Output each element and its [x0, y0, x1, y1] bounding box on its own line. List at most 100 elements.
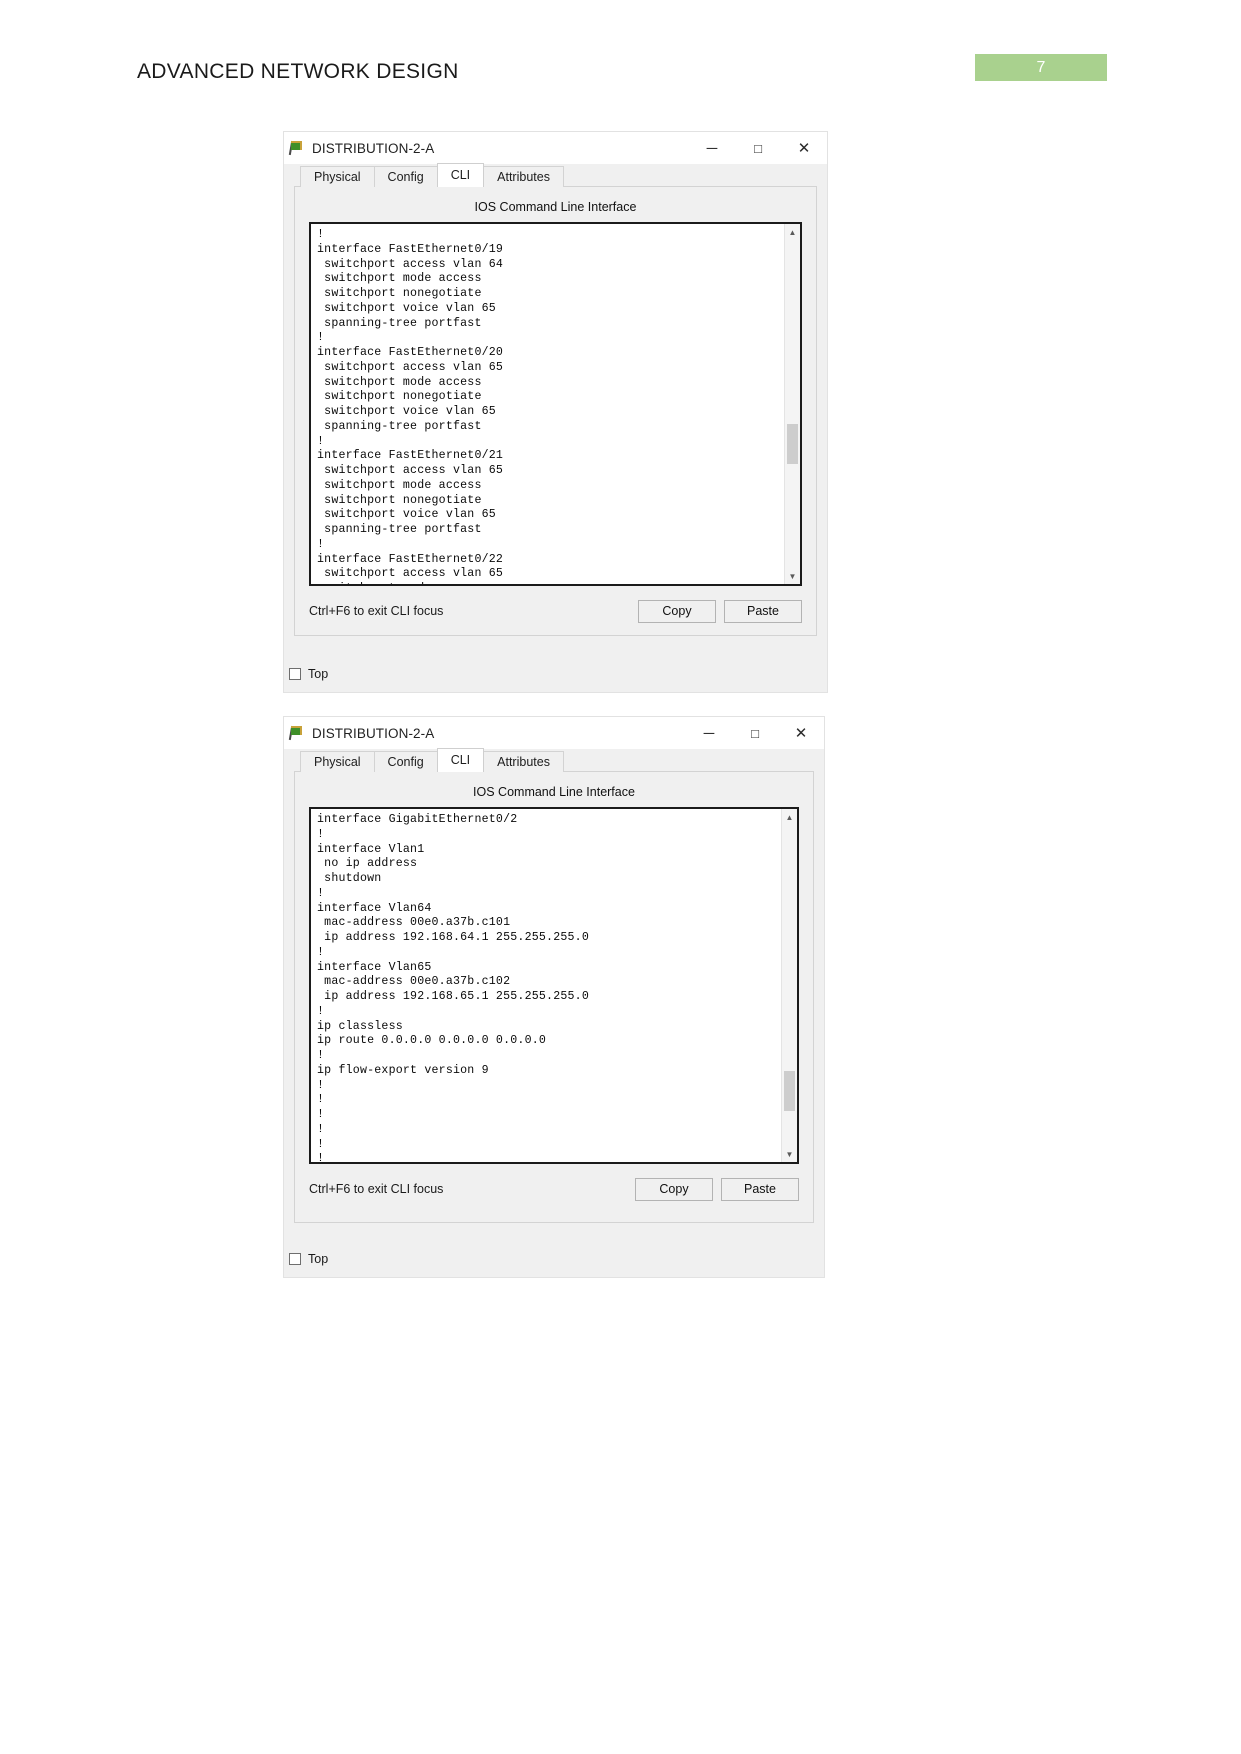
cli-line: switchport nonegotiate — [317, 390, 482, 404]
cli-line: switchport mode access — [317, 582, 784, 584]
page-number-badge: 7 — [975, 54, 1107, 81]
maximize-button[interactable]: □ — [735, 132, 781, 164]
cli-output-text[interactable]: ! interface FastEthernet0/19 switchport a… — [311, 224, 784, 584]
top-checkbox-row[interactable]: Top — [284, 1241, 824, 1277]
cli-line: ! — [317, 1078, 325, 1092]
cli-output-text[interactable]: interface GigabitEthernet0/2! interface V… — [311, 809, 781, 1162]
tab-config[interactable]: Config — [373, 751, 438, 772]
cli-line: ! — [317, 1049, 325, 1062]
cli-line: interface FastEthernet0/21 — [317, 449, 504, 463]
cli-line: interface Vlan1 — [317, 842, 425, 856]
cli-line: interface FastEthernet0/19 — [317, 242, 504, 256]
tab-physical[interactable]: Physical — [300, 751, 375, 772]
cli-line: switchport access vlan 65 — [317, 360, 504, 374]
cli-line: spanning-tree portfast — [317, 419, 482, 433]
cli-scrollbar[interactable]: ▲ ▼ — [784, 224, 800, 584]
scrollbar-thumb[interactable] — [787, 424, 798, 464]
window-titlebar: DISTRIBUTION-2-A ─ □ ✕ — [284, 717, 824, 749]
cli-heading: IOS Command Line Interface — [473, 785, 635, 799]
cli-line: switchport voice vlan 65 — [317, 508, 496, 522]
cli-line: ! — [317, 1108, 325, 1121]
cli-line: switchport mode access — [317, 375, 482, 389]
close-button[interactable]: ✕ — [781, 132, 827, 164]
scroll-down-icon[interactable]: ▼ — [782, 1146, 797, 1162]
minimize-button[interactable]: ─ — [689, 132, 735, 164]
top-checkbox[interactable] — [289, 668, 301, 680]
cli-focus-hint: Ctrl+F6 to exit CLI focus — [309, 1182, 444, 1196]
cli-line: ! — [317, 1004, 325, 1018]
cli-line: switchport nonegotiate — [317, 287, 482, 300]
cli-line: ! — [317, 1122, 325, 1136]
cli-tab-content: IOS Command Line Interface ! interface Fa… — [294, 186, 817, 636]
packet-tracer-flag-icon — [288, 725, 305, 741]
cli-line: ip address 192.168.64.1 255.255.255.0 — [317, 931, 589, 944]
copy-button[interactable]: Copy — [638, 599, 716, 623]
cli-line: switchport access vlan 65 — [317, 567, 504, 581]
close-button[interactable]: ✕ — [778, 717, 824, 749]
cli-line: mac-address 00e0.a37b.c102 — [317, 975, 511, 989]
cli-line: ! — [317, 331, 325, 345]
cli-line: switchport access vlan 65 — [317, 464, 504, 477]
scroll-up-icon[interactable]: ▲ — [782, 809, 797, 825]
minimize-button[interactable]: ─ — [686, 717, 732, 749]
cli-heading: IOS Command Line Interface — [474, 200, 637, 214]
paste-button[interactable]: Paste — [721, 1177, 799, 1201]
cli-line: spanning-tree portfast — [317, 316, 482, 330]
cli-footer: Ctrl+F6 to exit CLI focus Copy Paste — [295, 1164, 813, 1214]
tab-config[interactable]: Config — [373, 166, 438, 187]
tab-physical[interactable]: Physical — [300, 166, 375, 187]
cli-line: ip route 0.0.0.0 0.0.0.0 0.0.0.0 — [317, 1034, 547, 1048]
tab-strip: Physical Config CLI Attributes — [294, 163, 817, 187]
cli-line: switchport mode access — [317, 272, 482, 286]
page-title: ADVANCED NETWORK DESIGN — [137, 60, 459, 83]
tab-attributes[interactable]: Attributes — [483, 166, 564, 187]
cli-line: interface Vlan64 — [317, 901, 432, 915]
cli-line: switchport voice vlan 65 — [317, 301, 496, 315]
paste-button[interactable]: Paste — [724, 599, 802, 623]
cli-line: ! — [317, 537, 325, 551]
copy-button[interactable]: Copy — [635, 1177, 713, 1201]
cli-button-group: Copy Paste — [638, 599, 802, 623]
tab-panel: Physical Config CLI Attributes IOS Comma… — [294, 163, 817, 692]
scrollbar-thumb[interactable] — [784, 1071, 795, 1111]
cli-line: ! — [317, 1152, 325, 1162]
cli-line: shutdown — [317, 872, 382, 885]
top-checkbox[interactable] — [289, 1253, 301, 1265]
cli-line: ! — [317, 886, 325, 900]
cli-line: no ip address — [317, 857, 418, 871]
tab-panel: Physical Config CLI Attributes IOS Comma… — [294, 748, 814, 1277]
cli-line: ip flow-export version 9 — [317, 1063, 489, 1077]
packet-tracer-flag-icon — [288, 140, 305, 156]
cli-line: ! — [317, 827, 325, 841]
window-controls: ─ □ ✕ — [689, 132, 827, 164]
cli-line: switchport nonegotiate — [317, 493, 482, 507]
cli-scrollbar[interactable]: ▲ ▼ — [781, 809, 797, 1162]
cli-line: interface GigabitEthernet0/2 — [317, 813, 518, 826]
cli-line: ! — [317, 945, 325, 959]
tab-attributes[interactable]: Attributes — [483, 751, 564, 772]
cli-line: switchport mode access — [317, 478, 482, 492]
scroll-down-icon[interactable]: ▼ — [785, 568, 800, 584]
cli-button-group: Copy Paste — [635, 1177, 799, 1201]
cli-line: mac-address 00e0.a37b.c101 — [317, 916, 511, 930]
top-checkbox-label: Top — [308, 667, 329, 681]
cli-line: ! — [317, 1137, 325, 1151]
window-title: DISTRIBUTION-2-A — [312, 140, 435, 156]
window-title: DISTRIBUTION-2-A — [312, 725, 435, 741]
top-checkbox-label: Top — [308, 1252, 329, 1266]
cli-line: ip address 192.168.65.1 255.255.255.0 — [317, 990, 589, 1003]
tab-cli[interactable]: CLI — [436, 748, 485, 772]
tab-cli[interactable]: CLI — [436, 163, 485, 187]
cli-line: interface FastEthernet0/20 — [317, 346, 504, 359]
top-checkbox-row[interactable]: Top — [284, 656, 827, 692]
cli-console[interactable]: ! interface FastEthernet0/19 switchport a… — [309, 222, 802, 586]
cli-footer: Ctrl+F6 to exit CLI focus Copy Paste — [295, 586, 816, 636]
cli-line: interface Vlan65 — [317, 960, 432, 974]
cli-line: ! — [317, 1093, 325, 1107]
cli-line: switchport access vlan 64 — [317, 257, 504, 271]
cli-console[interactable]: interface GigabitEthernet0/2! interface V… — [309, 807, 799, 1164]
tab-strip: Physical Config CLI Attributes — [294, 748, 814, 772]
cli-focus-hint: Ctrl+F6 to exit CLI focus — [309, 604, 444, 618]
maximize-button[interactable]: □ — [732, 717, 778, 749]
scroll-up-icon[interactable]: ▲ — [785, 224, 800, 240]
